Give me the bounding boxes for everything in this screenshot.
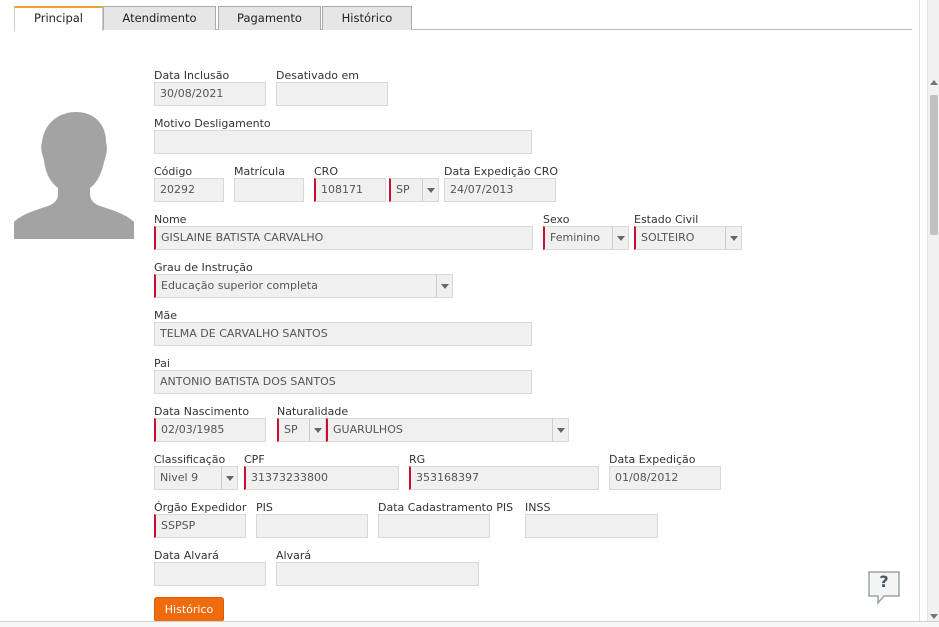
grau-instrucao-value: Educação superior completa: [161, 279, 318, 292]
data-expedicao-field[interactable]: 01/08/2012: [609, 466, 721, 490]
naturalidade-label: Naturalidade: [277, 405, 349, 418]
data-expedicao-cro-field[interactable]: 24/07/2013: [444, 178, 556, 202]
pis-label: PIS: [256, 501, 273, 514]
estado-civil-label: Estado Civil: [634, 213, 699, 226]
tab-principal[interactable]: Principal: [14, 6, 103, 31]
data-cadastramento-pis-field[interactable]: [378, 514, 490, 538]
cro-label: CRO: [314, 165, 338, 178]
motivo-desligamento-field[interactable]: [154, 130, 532, 154]
codigo-label: Código: [154, 165, 193, 178]
cro-field[interactable]: 108171: [314, 178, 386, 202]
classificacao-label: Classificação: [154, 453, 226, 466]
inss-label: INSS: [525, 501, 551, 514]
grau-instrucao-label: Grau de Instrução: [154, 261, 253, 274]
classificacao-select[interactable]: Nivel 9: [154, 466, 238, 490]
codigo-field[interactable]: 20292: [154, 178, 224, 202]
chevron-down-icon: [221, 467, 237, 489]
data-inclusao-label: Data Inclusão: [154, 69, 230, 82]
naturalidade-city-value: GUARULHOS: [333, 423, 403, 436]
sexo-label: Sexo: [543, 213, 570, 226]
classificacao-value: Nivel 9: [160, 471, 199, 484]
scrollbar[interactable]: [927, 0, 939, 627]
rg-field[interactable]: 353168397: [409, 466, 599, 490]
avatar: [14, 110, 134, 239]
matricula-field[interactable]: [234, 178, 304, 202]
cpf-field[interactable]: 31373233800: [244, 466, 399, 490]
data-expedicao-label: Data Expedição: [609, 453, 696, 466]
orgao-expedidor-field[interactable]: SSPSP: [154, 514, 246, 538]
chevron-down-icon: [309, 419, 325, 441]
data-alvara-label: Data Alvará: [154, 549, 219, 562]
scroll-down-icon[interactable]: [930, 614, 938, 619]
pis-field[interactable]: [256, 514, 368, 538]
person-silhouette-icon: [14, 110, 134, 239]
naturalidade-uf-value: SP: [284, 423, 298, 436]
estado-civil-select[interactable]: SOLTEIRO: [634, 226, 742, 250]
motivo-desligamento-label: Motivo Desligamento: [154, 117, 271, 130]
panel-divider: [919, 0, 920, 627]
chevron-down-icon: [725, 227, 741, 249]
cpf-label: CPF: [244, 453, 265, 466]
naturalidade-city-select[interactable]: GUARULHOS: [326, 418, 569, 442]
help-button[interactable]: ?: [866, 569, 902, 606]
grau-instrucao-select[interactable]: Educação superior completa: [154, 274, 453, 298]
tab-bar: Principal Atendimento Pagamento Históric…: [14, 6, 912, 31]
naturalidade-uf-select[interactable]: SP: [277, 418, 326, 442]
mae-label: Mãe: [154, 309, 177, 322]
pai-label: Pai: [154, 357, 170, 370]
desativado-em-field[interactable]: [276, 82, 388, 106]
alvara-field[interactable]: [276, 562, 479, 586]
bottom-strip: [0, 621, 939, 627]
tab-atendimento[interactable]: Atendimento: [103, 6, 216, 30]
historico-button[interactable]: Histórico: [154, 597, 224, 622]
data-expedicao-cro-label: Data Expedição CRO: [444, 165, 559, 178]
chevron-down-icon: [552, 419, 568, 441]
data-cadastramento-pis-label: Data Cadastramento PIS: [378, 501, 514, 514]
nome-field[interactable]: GISLAINE BATISTA CARVALHO: [154, 226, 533, 250]
mae-field[interactable]: TELMA DE CARVALHO SANTOS: [154, 322, 532, 346]
sexo-value: Feminino: [550, 231, 600, 244]
matricula-label: Matrícula: [234, 165, 285, 178]
data-nascimento-label: Data Nascimento: [154, 405, 250, 418]
chevron-down-icon: [422, 179, 438, 201]
sexo-select[interactable]: Feminino: [543, 226, 629, 250]
inss-field[interactable]: [525, 514, 658, 538]
help-label: ?: [879, 572, 889, 591]
scrollbar-thumb[interactable]: [930, 95, 938, 235]
data-nascimento-field[interactable]: 02/03/1985: [154, 418, 266, 442]
orgao-expedidor-label: Órgão Expedidor: [154, 501, 247, 514]
cro-uf-value: SP: [396, 183, 410, 196]
cro-uf-select[interactable]: SP: [389, 178, 439, 202]
scroll-up-icon[interactable]: [930, 80, 938, 85]
estado-civil-value: SOLTEIRO: [641, 231, 695, 244]
chevron-down-icon: [612, 227, 628, 249]
pai-field[interactable]: ANTONIO BATISTA DOS SANTOS: [154, 370, 532, 394]
rg-label: RG: [409, 453, 426, 466]
chevron-down-icon: [436, 275, 452, 297]
tab-pagamento[interactable]: Pagamento: [218, 6, 321, 30]
data-alvara-field[interactable]: [154, 562, 266, 586]
data-inclusao-field[interactable]: 30/08/2021: [154, 82, 266, 106]
tab-historico[interactable]: Histórico: [322, 6, 412, 30]
alvara-label: Alvará: [276, 549, 312, 562]
desativado-em-label: Desativado em: [276, 69, 360, 82]
nome-label: Nome: [154, 213, 187, 226]
